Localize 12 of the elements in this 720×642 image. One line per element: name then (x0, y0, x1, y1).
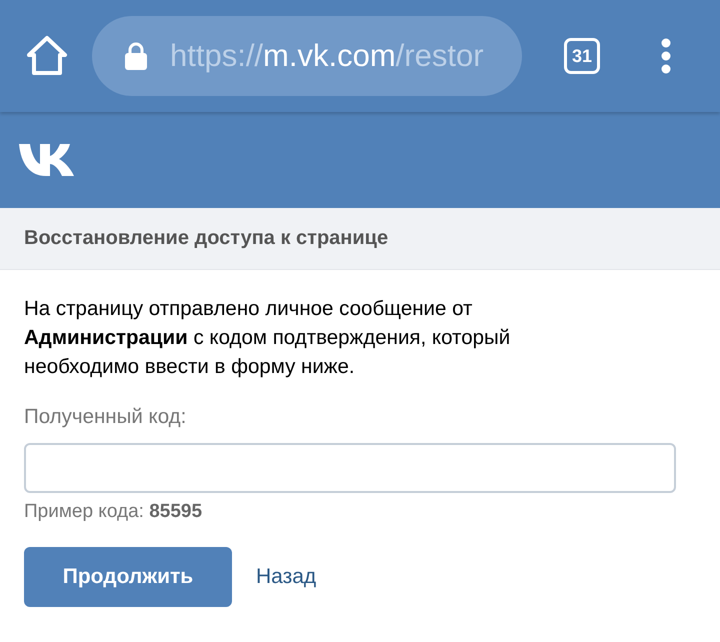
instruction-text: На страницу отправлено личное сообщение от Администрации с кодом подтверждения, который необходимо ввести в форму ниже. (24, 296, 512, 380)
tab-count[interactable]: 31 (564, 38, 600, 74)
field-label: Полученный код: (24, 405, 188, 429)
address-bar[interactable]: https://m.vk.com/restor (92, 16, 522, 96)
menu-icon[interactable] (660, 38, 672, 74)
code-field[interactable] (24, 443, 676, 493)
lock-icon (124, 41, 148, 71)
continue-button[interactable]: Продолжить (24, 547, 232, 607)
section-title: Восстановление доступа к странице (0, 208, 720, 270)
back-link[interactable]: Назад (256, 565, 316, 589)
code-example: Пример кода: 85595 (24, 501, 204, 523)
url-text: https://m.vk.com/restor (170, 38, 484, 74)
